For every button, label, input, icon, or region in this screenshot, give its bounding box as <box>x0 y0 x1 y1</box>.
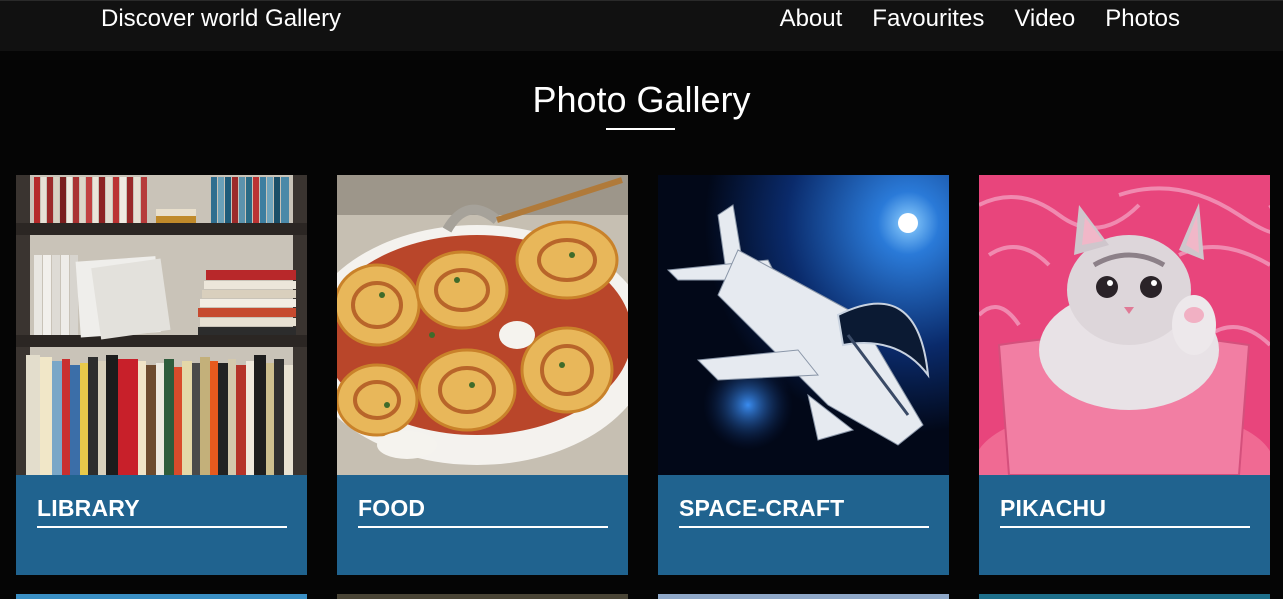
card-title[interactable]: PIKACHU <box>1000 495 1106 521</box>
card-title-underline <box>1000 526 1250 528</box>
card-caption: LIBRARY <box>16 475 307 575</box>
gallery-card-peek[interactable] <box>979 594 1270 599</box>
card-title-underline <box>679 526 929 528</box>
site-brand[interactable]: Discover world Gallery <box>101 5 341 33</box>
title-underline <box>606 128 675 130</box>
card-title[interactable]: FOOD <box>358 495 425 521</box>
card-title-underline <box>37 526 287 528</box>
gallery-card-pikachu[interactable]: PIKACHU <box>979 175 1270 575</box>
card-title[interactable]: LIBRARY <box>37 495 140 521</box>
top-navbar: Discover world Gallery About Favourites … <box>0 0 1283 51</box>
gallery-card-food[interactable]: FOOD <box>337 175 628 575</box>
gallery-card-peek[interactable] <box>16 594 307 599</box>
gallery-card-library[interactable]: LIBRARY <box>16 175 307 575</box>
spacecraft-photo[interactable] <box>658 175 949 475</box>
nav-link-favourites[interactable]: Favourites <box>872 5 984 33</box>
card-title-underline <box>358 526 608 528</box>
nav-link-about[interactable]: About <box>780 5 843 33</box>
gallery-card-peek[interactable] <box>337 594 628 599</box>
gallery-card-space-craft[interactable]: SPACE-CRAFT <box>658 175 949 575</box>
nav-link-photos[interactable]: Photos <box>1105 5 1180 33</box>
card-caption: SPACE-CRAFT <box>658 475 949 575</box>
kitten-photo[interactable] <box>979 175 1270 475</box>
nav-link-video[interactable]: Video <box>1014 5 1075 33</box>
nav-links: About Favourites Video Photos <box>780 5 1180 33</box>
card-title[interactable]: SPACE-CRAFT <box>679 495 844 521</box>
card-caption: FOOD <box>337 475 628 575</box>
bookshelf-photo[interactable] <box>16 175 307 475</box>
pasta-rolls-photo[interactable] <box>337 175 628 475</box>
page-title: Photo Gallery <box>532 79 751 120</box>
card-caption: PIKACHU <box>979 475 1270 575</box>
gallery-card-peek[interactable] <box>658 594 949 599</box>
